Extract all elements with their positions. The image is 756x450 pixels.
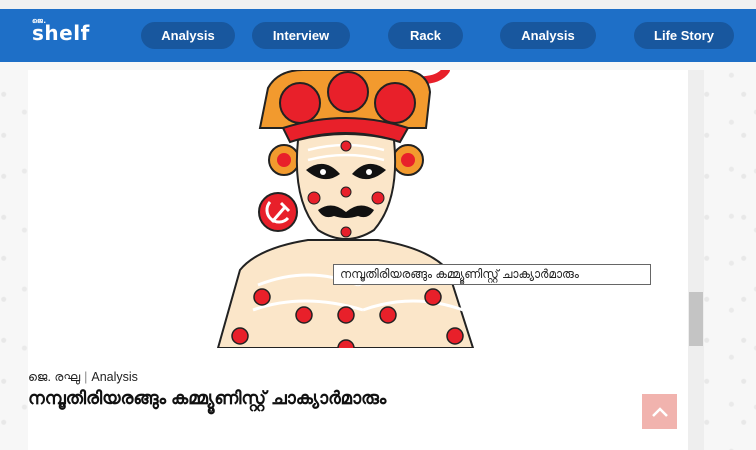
nav-item-analysis[interactable]: Analysis (141, 22, 235, 49)
author-link[interactable]: ജെ. രഘു (28, 370, 80, 384)
site-header: ജെ. shelf Analysis Interview Rack Analys… (0, 9, 756, 62)
article-title[interactable]: നമ്പൂതിരിയരങ്ങും കമ്മ്യൂണിസ്റ്റ് ചാക്യാർ… (28, 388, 386, 409)
hammer-sickle-icon (258, 192, 298, 232)
nav-item-interview[interactable]: Interview (252, 22, 350, 49)
article-meta: ജെ. രഘു | Analysis (28, 370, 138, 385)
top-strip (0, 0, 756, 9)
chevron-up-icon (651, 406, 668, 417)
back-to-top-button[interactable] (642, 394, 677, 429)
meta-separator: | (84, 370, 88, 384)
image-tooltip: നമ്പൂതിരിയരങ്ങും കമ്മ്യൂണിസ്റ്റ് ചാക്യാർ… (333, 264, 651, 285)
nav-item-rack[interactable]: Rack (388, 22, 463, 49)
scrollbar-thumb[interactable] (689, 292, 703, 346)
article-hero-image[interactable] (28, 70, 688, 348)
scrollbar-track[interactable] (688, 70, 704, 450)
nav-item-analysis-2[interactable]: Analysis (500, 22, 596, 49)
site-logo[interactable]: ജെ. shelf (32, 17, 90, 45)
category-link[interactable]: Analysis (91, 370, 138, 384)
nav-item-life-story[interactable]: Life Story (634, 22, 734, 49)
theyyam-illustration (216, 70, 475, 348)
logo-prefix: ജെ. (32, 17, 47, 25)
